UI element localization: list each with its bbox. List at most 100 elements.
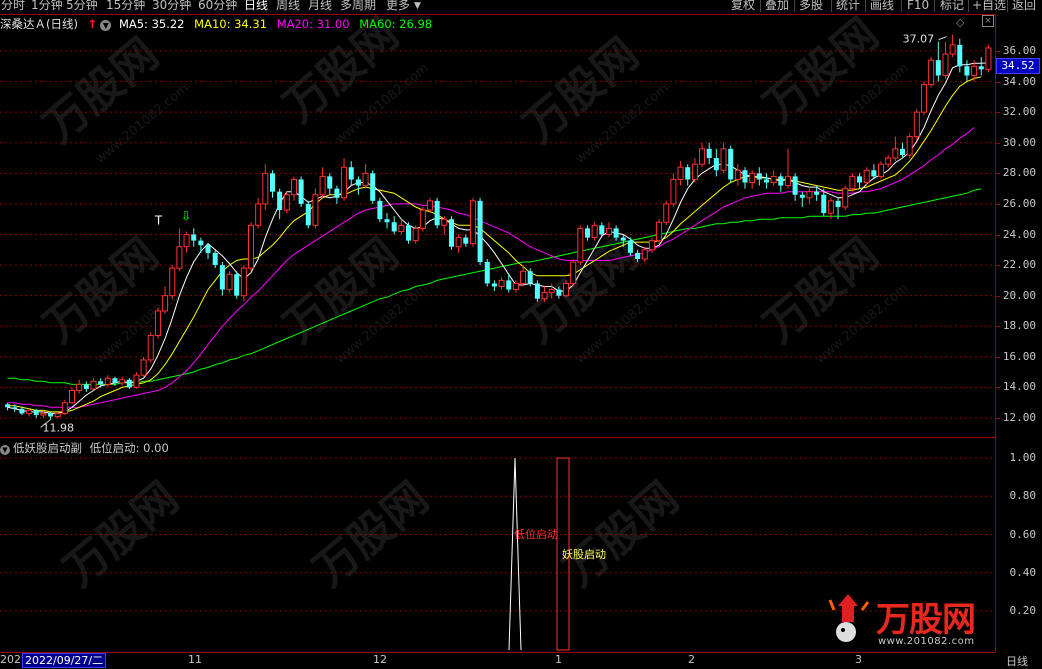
candle (419, 206, 426, 232)
candle (191, 228, 197, 247)
price-tick-mark (996, 326, 1000, 328)
price-tick: 14.00 (1002, 380, 1036, 394)
candle (412, 225, 419, 244)
candle (398, 219, 405, 235)
watermark-text: 万股网 (34, 229, 168, 353)
candle (778, 173, 784, 192)
price-tick: 30.00 (1002, 135, 1036, 149)
tab-multi-period[interactable]: 多周期 (340, 0, 376, 12)
tab-15min[interactable]: 15分钟 (106, 0, 145, 12)
btn-back[interactable]: 返回 (1012, 0, 1036, 12)
btn-overlay[interactable]: 叠加 (765, 0, 789, 12)
toolbar-divider (968, 0, 969, 12)
watermark-text: 万股网 (274, 229, 408, 353)
candle (463, 234, 469, 247)
btn-draw-line[interactable]: 画线 (870, 0, 894, 12)
candle (928, 57, 935, 88)
candle (498, 277, 505, 290)
candle (226, 271, 233, 293)
candle (305, 200, 311, 229)
candle (677, 161, 684, 186)
more-dropdown-icon[interactable]: ▼ (414, 1, 421, 11)
indicator-dropdown-icon[interactable]: ▼ (0, 445, 10, 455)
btn-mark[interactable]: 标记 (940, 0, 964, 12)
candle (69, 387, 76, 405)
candlestick-chart[interactable]: 万股网www.201082.com 万股网www.201082.com 万股网www… (0, 14, 996, 438)
candle (469, 197, 476, 247)
candle (183, 231, 190, 253)
tab-5min[interactable]: 5分钟 (66, 0, 98, 12)
btn-add-watchlist[interactable]: +自选 (972, 0, 1006, 12)
btn-multi-stock[interactable]: 多股 (799, 0, 823, 12)
x-month-1: 1 (555, 653, 562, 666)
candle (906, 133, 913, 159)
diamond-icon[interactable]: ◇ (956, 16, 964, 29)
price-tick-mark (996, 142, 1000, 144)
candle (169, 265, 176, 299)
toolbar-divider (865, 0, 866, 12)
price-tick: 28.00 (1002, 166, 1036, 180)
candle (577, 225, 584, 266)
price-tick-mark (996, 173, 1000, 175)
x-month-2: 2 (688, 653, 695, 666)
candle (857, 173, 863, 189)
indicator-tick: 0.80 (1009, 489, 1037, 503)
candle (26, 408, 33, 417)
candle (784, 148, 791, 189)
buy-arrow-icon: ⇩ (181, 209, 192, 224)
tab-1min[interactable]: 1分钟 (31, 0, 63, 12)
candle (806, 188, 813, 204)
high-pointer (938, 36, 947, 41)
ma10-value: MA10: 34.31 (194, 17, 268, 31)
candle (670, 173, 677, 207)
price-tick-mark (996, 234, 1000, 236)
candle (269, 170, 275, 198)
candle (957, 38, 963, 73)
candle (706, 142, 712, 165)
tab-timeshare[interactable]: 分时 (1, 0, 25, 12)
toolbar-divider (831, 0, 832, 12)
candle (198, 237, 204, 253)
candle (985, 44, 992, 73)
candle (570, 258, 577, 287)
tab-more[interactable]: 更多 (386, 0, 410, 12)
btn-statistics[interactable]: 统计 (836, 0, 860, 12)
candle (104, 375, 111, 388)
candle (484, 258, 490, 287)
ma60-value: MA60: 26.98 (359, 17, 433, 31)
candle (863, 167, 870, 186)
candle (341, 158, 348, 201)
candle (391, 216, 397, 235)
window-close-icon[interactable]: × (982, 15, 994, 27)
period-toolbar: 分时 1分钟 5分钟 15分钟 30分钟 60分钟 日线 周线 月线 多周期 更… (0, 0, 1042, 13)
tab-daily[interactable]: 日线 (244, 0, 268, 12)
legend-dropdown-icon[interactable]: ▼ (100, 20, 112, 31)
candle (327, 173, 333, 195)
price-tick-mark (996, 81, 1000, 83)
tab-weekly[interactable]: 周线 (276, 0, 300, 12)
btn-restore-rights[interactable]: 复权 (731, 0, 755, 12)
candle (685, 164, 691, 186)
price-tick: 12.00 (1002, 411, 1036, 424)
tab-monthly[interactable]: 月线 (308, 0, 332, 12)
candle (591, 222, 598, 241)
candle (90, 378, 97, 391)
candle (949, 34, 956, 58)
x-month-11: 11 (188, 653, 202, 666)
btn-f10[interactable]: F10 (907, 0, 929, 12)
candle (370, 170, 376, 204)
candle (205, 243, 211, 259)
ma20-value: MA20: 31.00 (276, 17, 350, 31)
price-tick-mark (996, 418, 1000, 419)
candle (763, 173, 769, 189)
candle (448, 216, 454, 250)
indicator-tick: 1.00 (1009, 451, 1037, 464)
candle (262, 164, 269, 211)
toolbar-divider (794, 0, 795, 12)
tab-60min[interactable]: 60分钟 (198, 0, 237, 12)
candle (799, 191, 805, 207)
tab-30min[interactable]: 30分钟 (152, 0, 191, 12)
candle (19, 407, 25, 415)
price-tick: 16.00 (1002, 349, 1036, 363)
price-tick-mark (996, 112, 1000, 114)
